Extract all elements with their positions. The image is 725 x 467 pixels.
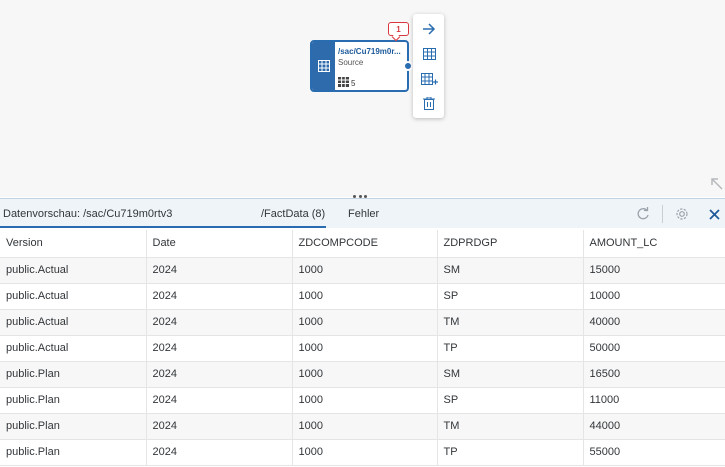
table-cell: public.Actual <box>0 309 147 336</box>
tab-fehler[interactable]: Fehler <box>348 208 379 220</box>
table-cell: 40000 <box>583 309 725 336</box>
error-badge[interactable]: 1 <box>388 22 409 36</box>
table-row[interactable]: public.Actual 2024 1000 TP 50000 <box>0 335 725 362</box>
table-row[interactable]: public.Plan 2024 1000 SP 11000 <box>0 387 725 414</box>
arrow-right-icon[interactable] <box>418 19 440 39</box>
table-cell: 1000 <box>292 283 438 310</box>
table-cell: public.Plan <box>0 413 147 440</box>
table-cell: 2024 <box>146 413 293 440</box>
table-cell: 55000 <box>583 439 725 466</box>
table-cell: TM <box>437 413 584 440</box>
table-cell: 1000 <box>292 439 438 466</box>
modeling-canvas[interactable]: /sac/Cu719m0r... Source 5 1 <box>0 0 725 197</box>
node-title: /sac/Cu719m0r... <box>338 47 401 56</box>
close-icon[interactable] <box>706 206 722 222</box>
table-cell: TM <box>437 309 584 336</box>
column-header[interactable]: ZDPRDGP <box>437 230 584 258</box>
active-tab-indicator <box>0 226 326 228</box>
table-cell: public.Plan <box>0 361 147 388</box>
table-cell: SP <box>437 387 584 414</box>
table-cell: public.Actual <box>0 283 147 310</box>
table-cell: 1000 <box>292 413 438 440</box>
table-cell: 2024 <box>146 283 293 310</box>
node-toolbar <box>413 14 444 118</box>
table-cell: public.Actual <box>0 257 147 284</box>
refresh-icon[interactable] <box>635 206 651 222</box>
table-cell: SM <box>437 361 584 388</box>
table-cell: 2024 <box>146 361 293 388</box>
table-cell: 15000 <box>583 257 725 284</box>
table-cell: public.Plan <box>0 387 147 414</box>
table-cell: SP <box>437 283 584 310</box>
tab-factdata[interactable]: /FactData (8) <box>261 208 325 220</box>
table-cell: 16500 <box>583 361 725 388</box>
table-cell: 2024 <box>146 439 293 466</box>
source-node[interactable]: /sac/Cu719m0r... Source 5 <box>310 40 409 92</box>
table-cell: 11000 <box>583 387 725 414</box>
node-subtitle: Source <box>338 58 364 67</box>
table-row[interactable]: public.Actual 2024 1000 SP 10000 <box>0 283 725 310</box>
column-header[interactable]: Date <box>146 230 293 258</box>
table-cell: TP <box>437 335 584 362</box>
table-cell: 1000 <box>292 335 438 362</box>
table-icon <box>312 42 335 90</box>
table-cell: 50000 <box>583 335 725 362</box>
table-cell: SM <box>437 257 584 284</box>
column-header[interactable]: AMOUNT_LC <box>583 230 725 258</box>
table-cell: 1000 <box>292 309 438 336</box>
column-header[interactable]: ZDCOMPCODE <box>292 230 438 258</box>
table-cell: TP <box>437 439 584 466</box>
table-cell: 10000 <box>583 283 725 310</box>
table-cell: 1000 <box>292 361 438 388</box>
table-row[interactable]: public.Plan 2024 1000 TP 55000 <box>0 439 725 466</box>
table-cell: 1000 <box>292 387 438 414</box>
table-cell: 1000 <box>292 257 438 284</box>
column-header[interactable]: Version <box>0 230 147 258</box>
data-preview-table: Version Date ZDCOMPCODE ZDPRDGP AMOUNT_L… <box>0 230 725 466</box>
table-header-row: Version Date ZDCOMPCODE ZDPRDGP AMOUNT_L… <box>0 230 725 258</box>
node-column-count: 5 <box>338 77 355 89</box>
toolbar-separator <box>662 205 663 223</box>
table-cell: 44000 <box>583 413 725 440</box>
table-icon[interactable] <box>418 44 440 64</box>
table-add-icon[interactable] <box>418 69 440 89</box>
collapse-corner-icon[interactable] <box>711 177 723 195</box>
table-row[interactable]: public.Actual 2024 1000 TM 40000 <box>0 309 725 336</box>
trash-icon[interactable] <box>418 93 440 113</box>
table-cell: 2024 <box>146 257 293 284</box>
table-row[interactable]: public.Plan 2024 1000 SM 16500 <box>0 361 725 388</box>
table-cell: public.Actual <box>0 335 147 362</box>
table-row[interactable]: public.Actual 2024 1000 SM 15000 <box>0 257 725 284</box>
settings-icon[interactable] <box>674 206 690 222</box>
data-preview-header: Datenvorschau: /sac/Cu719m0rtv3 /FactDat… <box>0 198 725 228</box>
table-cell: 2024 <box>146 335 293 362</box>
table-row[interactable]: public.Plan 2024 1000 TM 44000 <box>0 413 725 440</box>
node-output-port[interactable] <box>403 61 413 71</box>
node-count-value: 5 <box>351 78 356 88</box>
table-cell: public.Plan <box>0 439 147 466</box>
panel-title: Datenvorschau: /sac/Cu719m0rtv3 <box>3 208 173 220</box>
table-cell: 2024 <box>146 309 293 336</box>
table-cell: 2024 <box>146 387 293 414</box>
columns-icon <box>338 77 349 89</box>
